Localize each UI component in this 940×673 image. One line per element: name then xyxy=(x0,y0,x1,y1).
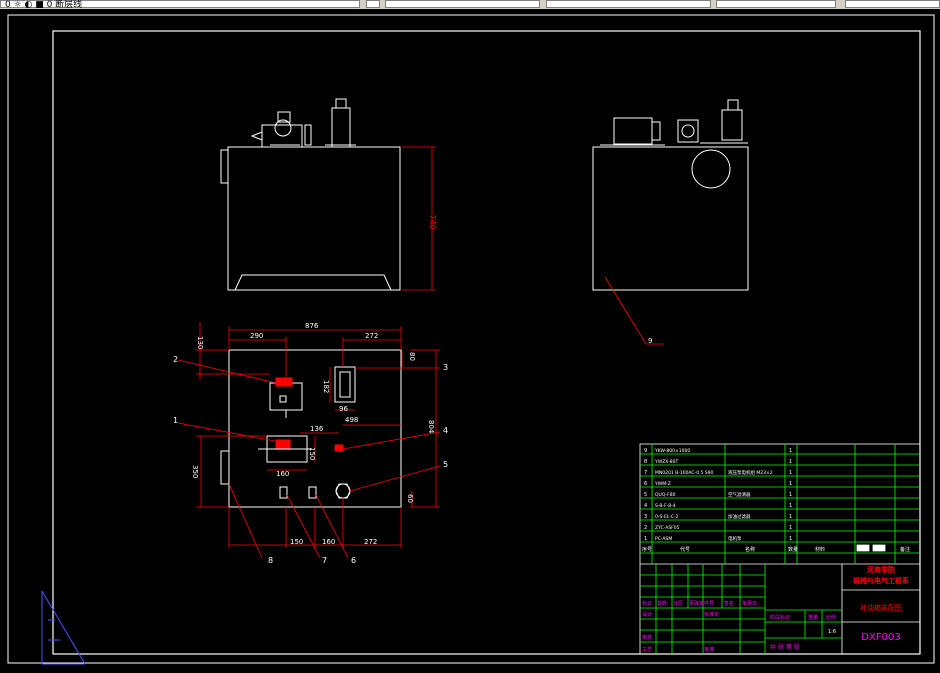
rev-sign: 签名 xyxy=(724,600,734,607)
dim-498: 498 xyxy=(345,416,358,424)
part-no: 7 xyxy=(644,470,647,476)
part-no: 3 xyxy=(644,514,647,520)
plotstyle-dropdown[interactable] xyxy=(845,0,940,8)
dim-96: 96 xyxy=(339,405,348,413)
dim-60: 60 xyxy=(406,494,414,503)
part-name: 空气滤清器 xyxy=(728,491,751,498)
part-qty: 1 xyxy=(789,536,792,542)
part-qty: 1 xyxy=(789,492,792,498)
balloon-7: 7 xyxy=(322,556,327,565)
part-qty: 1 xyxy=(789,481,792,487)
part-qty: 1 xyxy=(789,470,792,476)
dim-front-height: 740 xyxy=(428,214,437,229)
cad-canvas[interactable]: 740 9 876 290 272 130 182 96 80 804 136 … xyxy=(0,9,940,669)
dim-160: 160 xyxy=(276,470,289,478)
part-qty: 1 xyxy=(789,525,792,531)
rev-zone: 分区 xyxy=(673,600,683,607)
hdr-qty: 数量 xyxy=(788,546,798,553)
rev-docno: 更改文件号 xyxy=(689,600,714,607)
part-code: YKW-800×1000 xyxy=(654,448,690,454)
part-no: 8 xyxy=(644,459,647,465)
balloon-8: 8 xyxy=(268,556,273,565)
dim-290: 290 xyxy=(250,332,263,340)
color-dropdown[interactable] xyxy=(385,0,540,8)
dim-bot-160: 160 xyxy=(322,538,335,546)
hdr-material: 材料 xyxy=(815,546,825,553)
balloon-9: 9 xyxy=(648,337,652,345)
part-name: 电机泵 xyxy=(728,535,742,542)
layer-state-button[interactable] xyxy=(366,0,380,8)
role-process: 工艺 xyxy=(642,647,652,653)
balloon-1: 1 xyxy=(173,416,178,425)
balloon-6: 6 xyxy=(351,556,356,565)
part-code: QUQ-F80 xyxy=(655,492,676,498)
stage-scale: 比例 xyxy=(826,614,836,621)
hdr-code: 代号 xyxy=(680,546,690,553)
balloon-3: 3 xyxy=(443,363,448,372)
balloon-4: 4 xyxy=(443,426,448,435)
part-code: MN0201 B-100AC-0.5 S90 xyxy=(655,470,714,476)
rev-date: 年月日 xyxy=(742,600,757,607)
role-design: 设计 xyxy=(642,611,652,618)
sheet-count: 共 张 第 张 xyxy=(770,643,800,651)
part-code: 0-S-EL-C-2 xyxy=(655,514,679,520)
hdr-name: 名称 xyxy=(745,546,755,553)
dim-876: 876 xyxy=(305,322,319,330)
role-approve: 批准 xyxy=(704,646,714,653)
balloon-5: 5 xyxy=(443,460,448,469)
part-no: 5 xyxy=(644,492,647,498)
part-qty: 1 xyxy=(789,448,792,454)
part-code: S-B-F-8-4 xyxy=(655,503,676,509)
part-code: PC-ASM xyxy=(655,536,672,542)
dim-bot-150: 150 xyxy=(290,538,303,546)
dim-182: 182 xyxy=(322,380,330,393)
dim-bot-272: 272 xyxy=(364,538,377,546)
role-std: 标准化 xyxy=(704,611,719,618)
role-review: 审核 xyxy=(642,634,652,641)
part-no: 9 xyxy=(644,448,647,454)
linetype-dropdown[interactable] xyxy=(546,0,711,8)
rev-count: 处数 xyxy=(657,600,667,607)
hdr-no: 序号 xyxy=(642,546,652,553)
part-code: YWZX-80T xyxy=(654,459,678,465)
drawing-name: 补油箱装配图 xyxy=(860,603,902,612)
balloon-2: 2 xyxy=(173,355,178,364)
layer-dropdown[interactable]: 0 ☼ ◐ ■ 0 断层线 xyxy=(0,0,360,9)
dim-150: 150 xyxy=(308,447,316,460)
rev-mark: 标记 xyxy=(642,600,652,607)
dim-130: 130 xyxy=(196,336,204,349)
dept-name: 机械与电气工程系 xyxy=(853,576,909,585)
part-qty: 1 xyxy=(789,459,792,465)
part-name: 液压泵电机组 M23×2 xyxy=(728,469,773,476)
part-no: 2 xyxy=(644,525,647,531)
drawing-code: DXF003 xyxy=(861,632,900,643)
dim-350: 350 xyxy=(191,465,199,478)
stage-mark: 阶段标记 xyxy=(770,614,790,621)
dim-804: 804 xyxy=(427,420,435,434)
part-qty: 1 xyxy=(789,503,792,509)
part-code: ZYC-ASF05 xyxy=(655,525,680,531)
lineweight-dropdown[interactable] xyxy=(716,0,836,8)
dim-136: 136 xyxy=(310,425,324,433)
part-code: YWM-Z xyxy=(654,481,671,487)
stage-weight: 重量 xyxy=(808,614,818,621)
part-qty: 1 xyxy=(789,514,792,520)
part-no: 1 xyxy=(644,536,647,542)
part-name: 加油过滤器 xyxy=(728,513,751,520)
school-name: 河南学院 xyxy=(867,565,895,574)
hdr-remark: 备注 xyxy=(900,546,910,553)
part-no: 6 xyxy=(644,481,647,487)
dim-80: 80 xyxy=(408,352,416,361)
part-no: 4 xyxy=(644,503,647,509)
dim-272: 272 xyxy=(365,332,378,340)
scale-value: 1:6 xyxy=(828,629,836,635)
